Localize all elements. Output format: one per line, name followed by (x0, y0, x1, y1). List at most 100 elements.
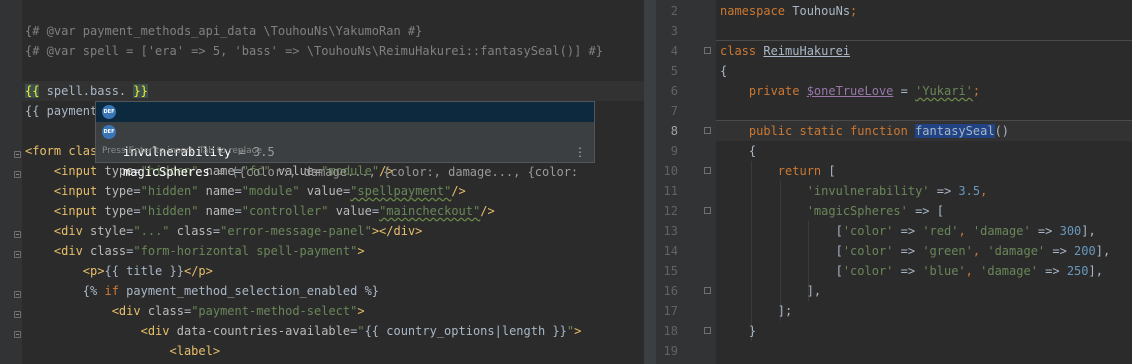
code-token: "maincheckout" (379, 204, 481, 218)
line-number: 2 (670, 4, 678, 18)
fold-toggle-icon[interactable] (14, 251, 21, 258)
code-line[interactable]: 'invulnerability' => 3.5, (720, 181, 988, 201)
line-number: 17 (663, 304, 678, 318)
code-token: "form-horizontal spell-payment" (133, 244, 358, 258)
code-line[interactable]: {{ spell.bass. }} (25, 81, 148, 101)
fold-toggle-icon[interactable] (704, 327, 711, 334)
code-token: $oneTrueLove (806, 84, 894, 98)
right-editor[interactable]: 2 3 4 5 6 7 8 9 10 11 12 13 14 15 16 17 18 19 namespace T… (656, 0, 1132, 364)
code-token: > (574, 324, 582, 338)
code-token: {{ country_options|length }} (364, 324, 567, 338)
fold-toggle-icon[interactable] (704, 167, 711, 174)
code-token: name (198, 184, 235, 198)
code-line[interactable]: { (720, 61, 727, 81)
code-token: = (133, 204, 141, 218)
code-token: <div (25, 304, 148, 318)
code-token: public static function (720, 124, 916, 138)
code-line[interactable]: <div class="form-horizontal spell-paymen… (25, 241, 365, 261)
code-line[interactable]: ], (720, 281, 821, 301)
code-token: ]; (720, 304, 793, 318)
left-editor[interactable]: {# @var payment_methods_api_data \Touhou… (0, 0, 644, 364)
code-line[interactable]: {# @var spell = ['era' => 5, 'bass' => \… (25, 41, 603, 61)
code-token: value (299, 184, 343, 198)
code-line[interactable]: <label> (25, 341, 220, 361)
code-line[interactable]: namespace TouhouNs; (720, 1, 857, 21)
code-line[interactable]: { (720, 141, 756, 161)
code-token: "payment-method-select" (191, 304, 358, 318)
code-line[interactable]: {% if payment_method_selection_enabled %… (25, 281, 379, 301)
code-token: 250 (1066, 264, 1089, 278)
fold-toggle-icon[interactable] (704, 287, 711, 294)
completion-hint: Press Enter to insert, Tab to replace (102, 146, 263, 156)
code-token: { (720, 64, 728, 78)
more-options-icon[interactable]: ⋮ (574, 146, 586, 158)
line-number: 18 (663, 324, 678, 338)
code-token: = (234, 184, 242, 198)
code-line[interactable]: ['color' => 'red', 'damage' => 300], (720, 221, 1096, 241)
field-icon: DEF (102, 105, 116, 119)
fold-toggle-icon[interactable] (14, 331, 21, 338)
code-line[interactable]: <input type="hidden" name="controller" v… (25, 201, 495, 221)
code-token: "error-message-panel" (220, 224, 372, 238)
line-number: 9 (670, 144, 678, 158)
completion-item[interactable]: DEF magicSpheres = ({color:, damage..., … (96, 122, 594, 179)
code-line[interactable]: <div data-countries-available="{{ countr… (25, 321, 582, 341)
line-number: 7 (670, 104, 678, 118)
code-token: 'invulnerability' (720, 184, 930, 198)
editor-splitter[interactable] (644, 0, 656, 364)
code-line[interactable]: <div class="payment-method-select"> (25, 301, 365, 321)
completion-item[interactable]: DEF invulnerability = 3.5 (96, 102, 594, 159)
code-line[interactable]: <p>{{ title }}</p> (25, 261, 213, 281)
code-line[interactable]: 'magicSpheres' => [ (720, 201, 944, 221)
code-token: value (328, 204, 372, 218)
code-token: fantasySeal (915, 124, 995, 138)
code-line[interactable]: {{ payment (25, 101, 97, 121)
fold-toggle-icon[interactable] (14, 231, 21, 238)
field-icon: DEF (102, 125, 116, 139)
code-line[interactable]: public static function fantasySeal() (720, 121, 1009, 141)
code-token: = (371, 204, 380, 218)
line-number: 4 (670, 44, 678, 58)
code-token: class (720, 44, 764, 58)
fold-toggle-icon[interactable] (704, 127, 711, 134)
fold-toggle-icon[interactable] (704, 207, 711, 214)
fold-toggle-icon[interactable] (14, 291, 21, 298)
code-line[interactable]: {# @var payment_methods_api_data \Touhou… (25, 21, 422, 41)
code-line[interactable]: <div style="..." class="error-message-pa… (25, 221, 423, 241)
code-line[interactable]: private $oneTrueLove = 'Yukari'; (720, 81, 980, 101)
code-token: > (357, 304, 365, 318)
code-token: payment_method_selection_enabled %} (118, 284, 380, 298)
code-line[interactable]: ['color' => 'blue', 'damage' => 250], (720, 261, 1103, 281)
code-token: 'Yukari' (915, 84, 973, 98)
code-line[interactable]: return [ (720, 161, 836, 181)
completion-popup[interactable]: DEF invulnerability = 3.5 DEF magicSpher… (95, 101, 595, 179)
code-line[interactable]: ['color' => 'green', 'damage' => 200], (720, 241, 1111, 261)
code-token: [ (720, 224, 843, 238)
fold-toggle-icon[interactable] (14, 171, 21, 178)
code-token: => (893, 224, 923, 238)
fold-toggle-icon[interactable] (704, 47, 711, 54)
code-token: class (90, 244, 127, 258)
line-number: 10 (663, 164, 678, 178)
code-token: {% (25, 284, 105, 298)
code-line[interactable]: } (720, 321, 756, 341)
fold-toggle-icon[interactable] (14, 151, 21, 158)
code-token: = (234, 204, 242, 218)
code-token: if (104, 284, 119, 298)
code-token: private (720, 84, 807, 98)
code-token: => (929, 184, 959, 198)
fold-toggle-icon[interactable] (14, 311, 21, 318)
code-line[interactable]: ]; (720, 301, 792, 321)
code-token: {{ title }} (104, 264, 184, 278)
line-number: 13 (663, 224, 678, 238)
code-token: > (357, 244, 365, 258)
line-number: 16 (663, 284, 678, 298)
code-token: , (980, 184, 988, 198)
line-number: 5 (670, 64, 678, 78)
code-line[interactable]: <form clas (25, 141, 97, 161)
code-token: type (104, 204, 134, 218)
code-token: [ (828, 164, 836, 178)
code-token: 'red' (922, 224, 959, 238)
code-line[interactable]: <input type="hidden" name="module" value… (25, 181, 466, 201)
code-line[interactable]: class ReimuHakurei (720, 41, 850, 61)
